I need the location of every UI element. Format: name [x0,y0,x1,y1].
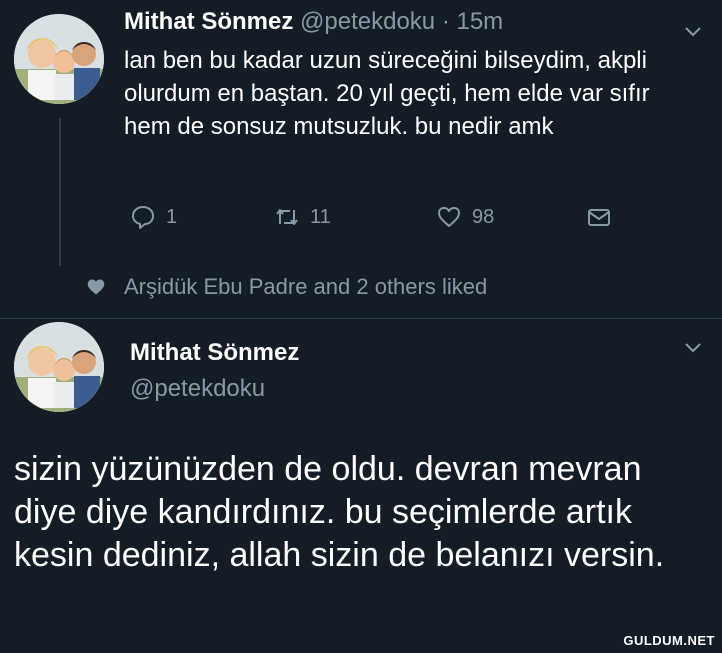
avatar[interactable] [14,322,104,412]
heart-icon [438,207,460,227]
reply-icon [132,206,154,229]
watermark: GULDUM.NET [620,632,718,649]
author-name[interactable]: Mithat Sönmez [130,339,299,367]
liked-by-text: Arşidük Ebu Padre and 2 others liked [124,274,488,299]
avatar[interactable] [14,14,104,104]
chevron-down-icon[interactable] [684,342,702,354]
thread-line [59,118,61,266]
tweet-header: Mithat Sönmez @petekdoku · 15m [124,8,503,36]
message-button[interactable] [586,204,612,230]
like-button[interactable]: 98 [436,204,494,230]
tweet-text: sizin yüzünüzden de oldu. devran mevran … [14,450,665,574]
heart-filled-icon [87,279,105,295]
author-name[interactable]: Mithat Sönmez [124,8,293,35]
reply-button[interactable]: 1 [130,204,177,230]
tweet-actions: 1 11 98 [124,204,624,236]
message-icon [588,209,610,226]
retweet-button[interactable]: 11 [274,204,331,230]
author-handle[interactable]: @petekdoku [300,8,435,35]
chevron-down-icon[interactable] [684,26,702,38]
tweet-text: lan ben bu kadar uzun süreceğini bilseyd… [124,47,650,140]
author-handle[interactable]: @petekdoku [130,375,265,403]
tweet-time[interactable]: 15m [456,8,503,35]
separator: · [441,8,450,35]
reply-count: 1 [166,205,178,228]
retweet-count: 11 [310,205,331,228]
liked-by-notice[interactable]: Arşidük Ebu Padre and 2 others liked [86,274,487,300]
like-count: 98 [472,205,495,228]
divider [0,318,722,319]
retweet-icon [276,209,298,225]
